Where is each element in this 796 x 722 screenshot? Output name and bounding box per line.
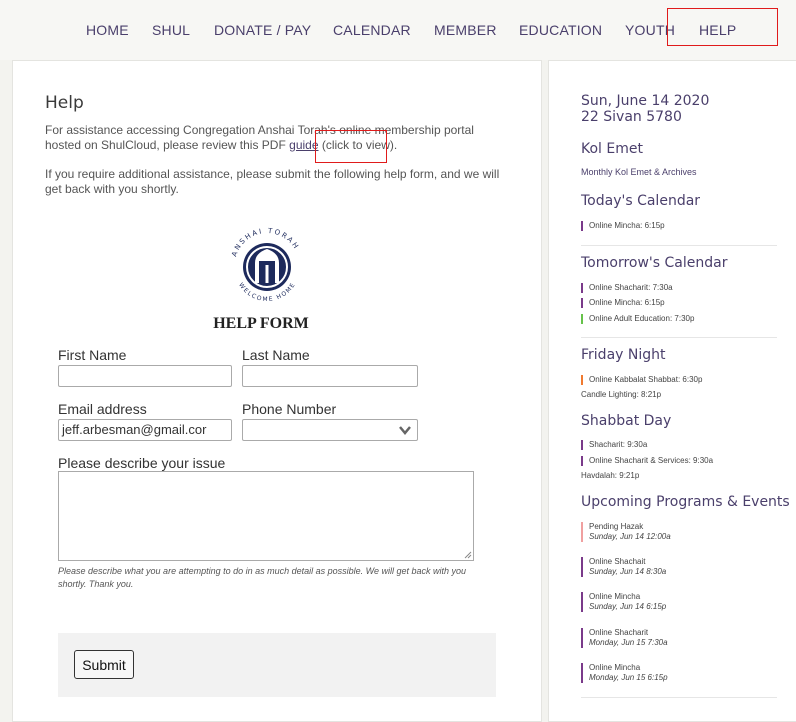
candle-lighting: Candle Lighting: 8:21p (581, 390, 662, 399)
shabbat-event[interactable]: Online Shacharit & Services: 9:30a (581, 456, 713, 466)
nav-home[interactable]: HOME (86, 22, 129, 38)
submit-area: Submit (58, 633, 496, 697)
main-content: Help For assistance accessing Congregati… (12, 60, 542, 722)
shabbat-heading: Shabbat Day (581, 413, 672, 429)
nav-education[interactable]: EDUCATION (519, 22, 602, 38)
issue-help-text: Please describe what you are attempting … (58, 566, 467, 589)
email-label: Email address (58, 401, 147, 417)
page-title: Help (45, 93, 84, 113)
sidebar: Sun, June 14 2020 22 Sivan 5780 Kol Emet… (548, 60, 796, 722)
tomorrow-event[interactable]: Online Shacharit: 7:30a (581, 283, 673, 293)
last-name-label: Last Name (242, 347, 310, 363)
friday-event[interactable]: Online Kabbalat Shabbat: 6:30p (581, 375, 702, 385)
event-when: Sunday, Jun 14 12:00a (589, 532, 671, 541)
event-name: Pending Hazak (589, 522, 644, 531)
anshai-torah-logo: ANSHAI TORAH WELCOME HOME (230, 227, 299, 303)
intro-text-before: For assistance accessing Congregation An… (45, 123, 474, 152)
tomorrow-event[interactable]: Online Adult Education: 7:30p (581, 314, 694, 324)
event-name: Online Shachait (589, 557, 646, 566)
event-when: Monday, Jun 15 6:15p (589, 673, 668, 682)
issue-label: Please describe your issue (58, 455, 226, 471)
form-title: HELP FORM (213, 315, 309, 332)
divider (581, 245, 777, 246)
havdalah: Havdalah: 9:21p (581, 471, 640, 480)
upcoming-event[interactable]: Pending Hazak Sunday, Jun 14 12:00a (581, 522, 671, 542)
submit-button[interactable]: Submit (74, 650, 134, 679)
resize-handle-icon[interactable] (464, 551, 472, 559)
kol-emet-heading: Kol Emet (581, 141, 643, 157)
upcoming-event[interactable]: Online Mincha Sunday, Jun 14 6:15p (581, 592, 666, 612)
gregorian-date: Sun, June 14 2020 (581, 93, 710, 109)
divider (581, 337, 777, 338)
phone-select[interactable] (242, 419, 418, 441)
last-name-input[interactable] (242, 365, 418, 387)
top-nav: HOME SHUL DONATE / PAY CALENDAR MEMBER E… (0, 0, 796, 60)
event-name: Online Mincha (589, 663, 641, 672)
intro-paragraph: For assistance accessing Congregation An… (45, 123, 495, 153)
chevron-down-icon (399, 426, 411, 435)
event-when: Sunday, Jun 14 8:30a (589, 567, 667, 576)
tomorrow-event[interactable]: Online Mincha: 6:15p (581, 298, 665, 308)
nav-calendar[interactable]: CALENDAR (333, 22, 411, 38)
hebrew-date: 22 Sivan 5780 (581, 109, 682, 125)
help-highlight-box (667, 8, 778, 46)
kol-emet-link[interactable]: Monthly Kol Emet & Archives (581, 167, 697, 177)
today-event[interactable]: Online Mincha: 6:15p (581, 221, 665, 231)
nav-member[interactable]: MEMBER (434, 22, 497, 38)
upcoming-event[interactable]: Online Mincha Monday, Jun 15 6:15p (581, 663, 668, 683)
tomorrow-heading: Tomorrow's Calendar (581, 255, 728, 271)
phone-label: Phone Number (242, 401, 337, 417)
email-input[interactable]: jeff.arbesman@gmail.cor (58, 419, 232, 441)
event-name: Online Shacharit (589, 628, 649, 637)
assistance-paragraph: If you require additional assistance, pl… (45, 167, 500, 196)
divider (581, 697, 777, 698)
today-heading: Today's Calendar (581, 193, 701, 209)
nav-donate-pay[interactable]: DONATE / PAY (214, 22, 311, 38)
event-name: Online Mincha (589, 592, 641, 601)
first-name-label: First Name (58, 347, 127, 363)
nav-shul[interactable]: SHUL (152, 22, 190, 38)
event-when: Monday, Jun 15 7:30a (589, 638, 668, 647)
first-name-input[interactable] (58, 365, 232, 387)
issue-textarea[interactable] (58, 471, 474, 561)
event-when: Sunday, Jun 14 6:15p (589, 602, 667, 611)
shabbat-event[interactable]: Shacharit: 9:30a (581, 440, 647, 450)
upcoming-event[interactable]: Online Shacharit Monday, Jun 15 7:30a (581, 628, 668, 648)
upcoming-heading: Upcoming Programs & Events (581, 494, 790, 510)
friday-heading: Friday Night (581, 347, 666, 363)
upcoming-event[interactable]: Online Shachait Sunday, Jun 14 8:30a (581, 557, 666, 577)
guide-highlight-box (315, 130, 387, 163)
